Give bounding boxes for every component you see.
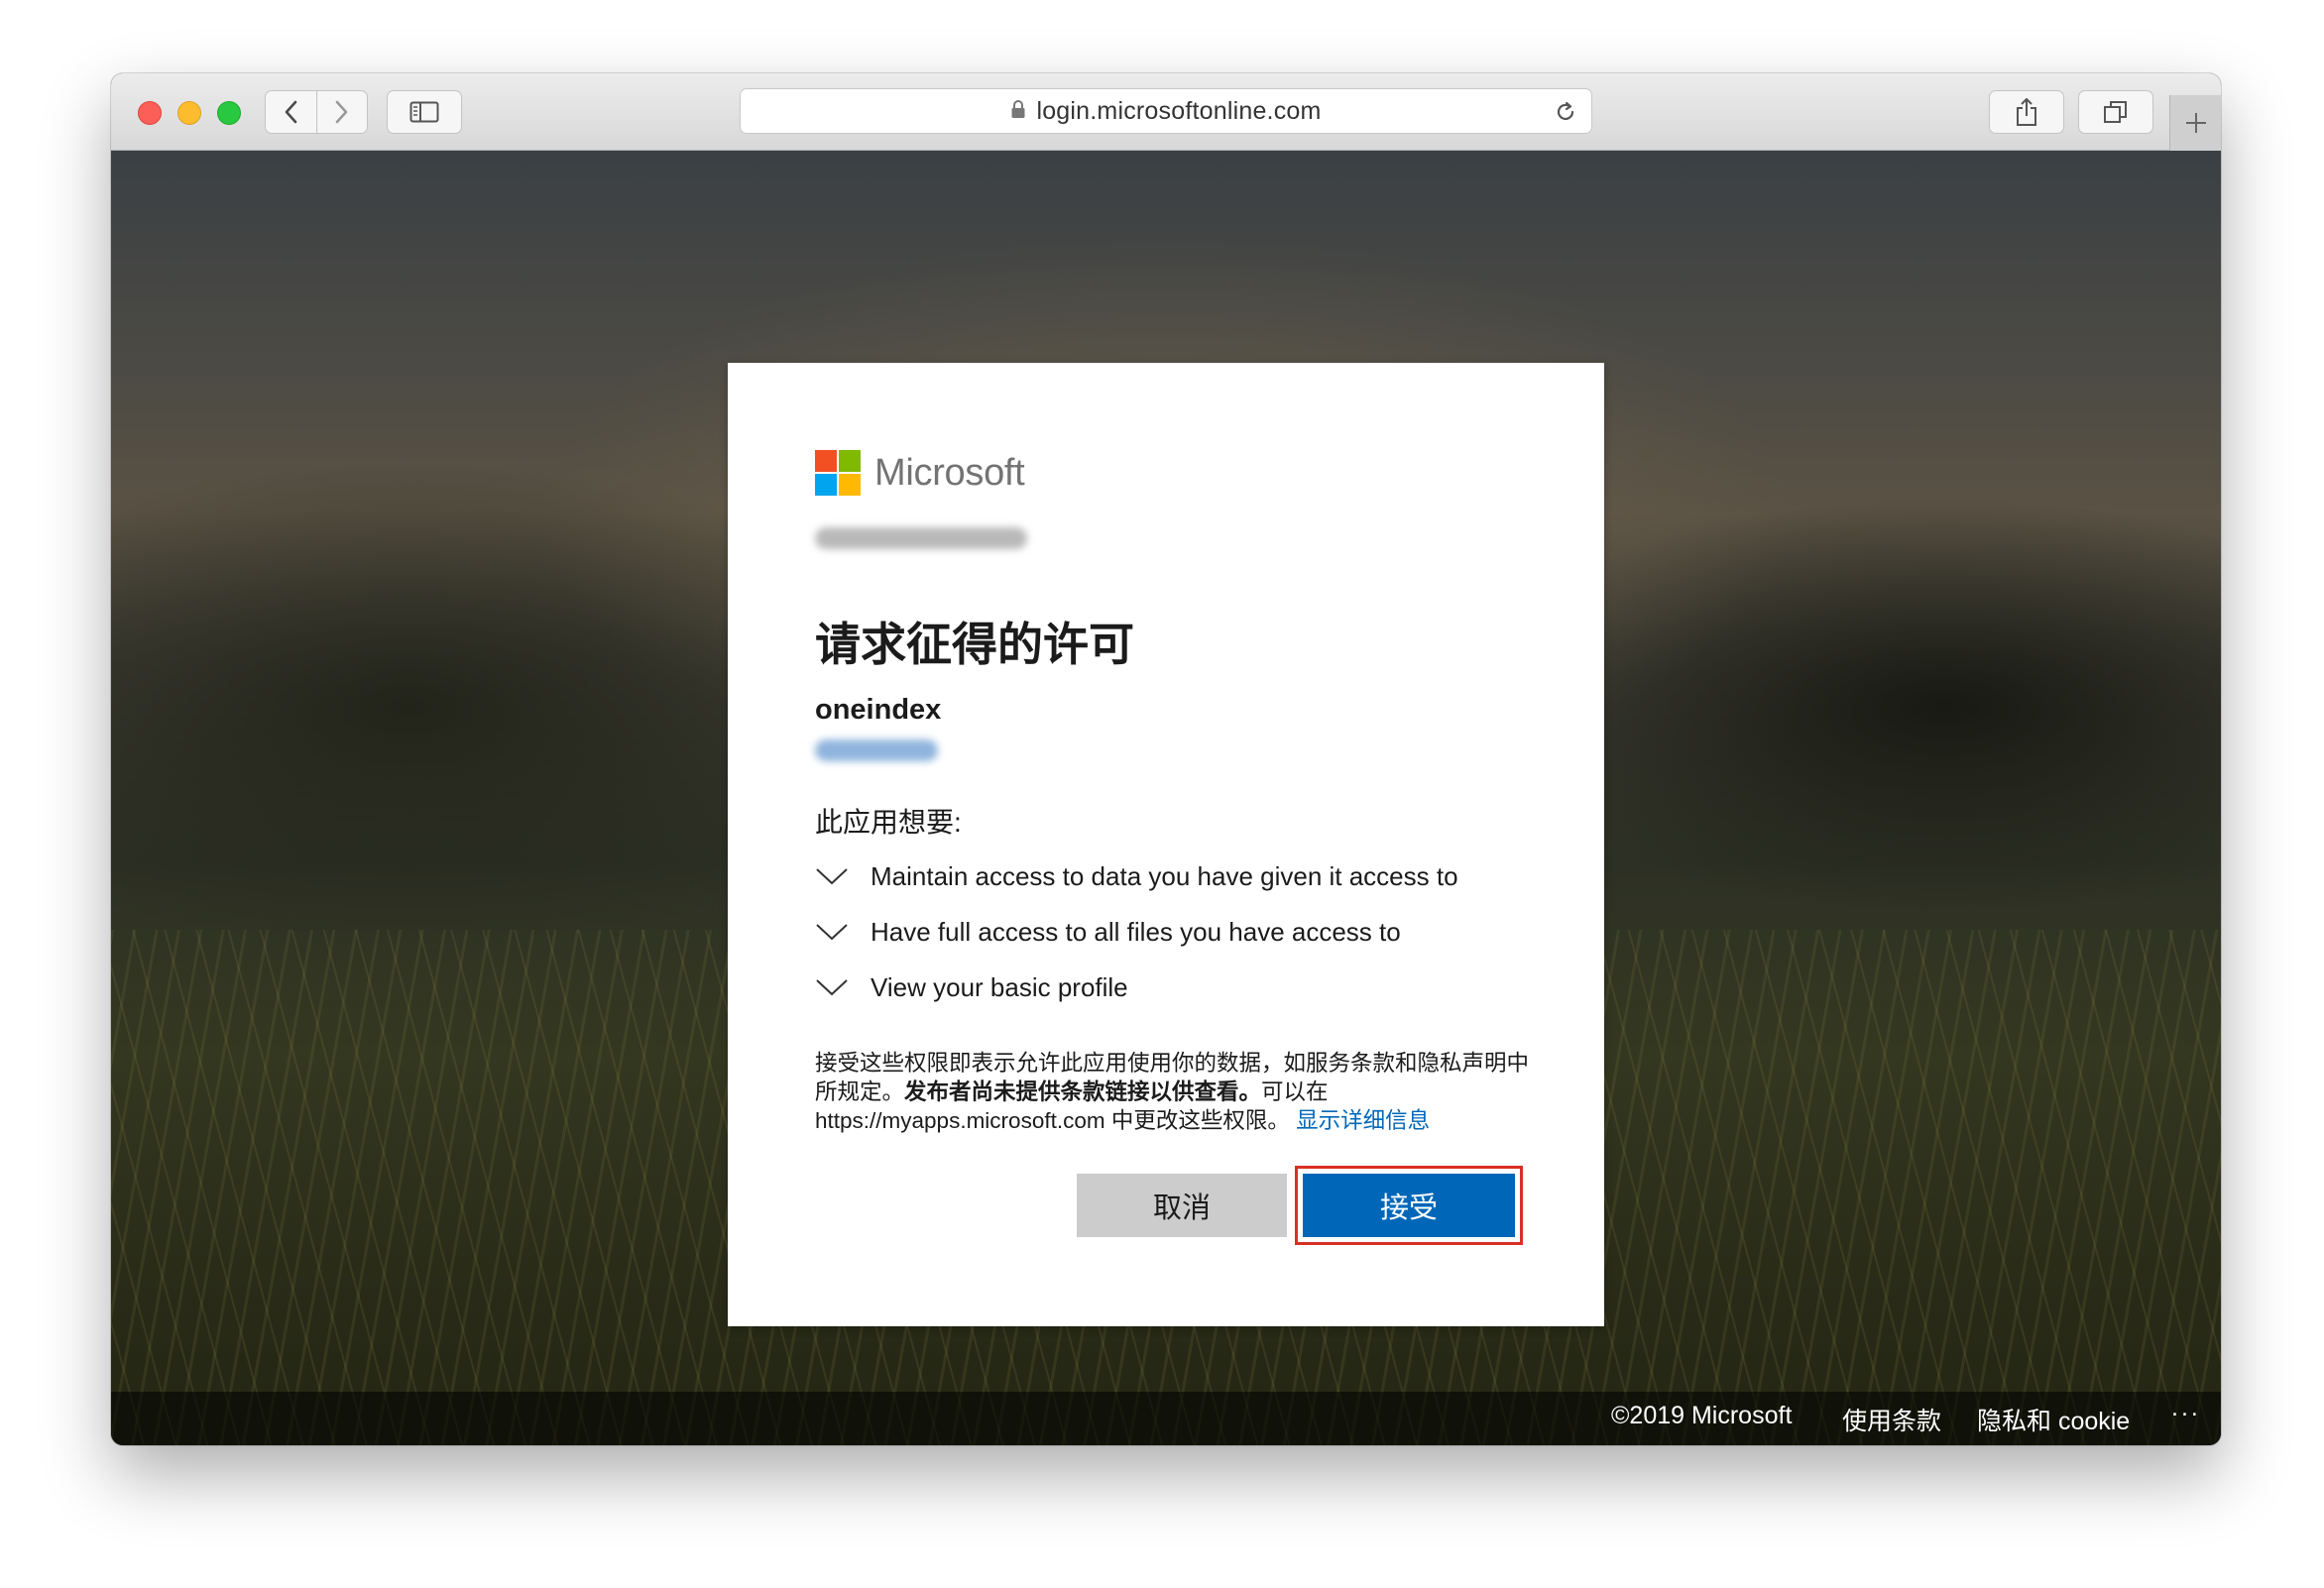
chevron-down-icon xyxy=(816,979,848,996)
browser-toolbar: login.microsoftonline.com xyxy=(111,73,2221,151)
tabs-icon xyxy=(2104,101,2127,123)
accept-button[interactable]: 接受 xyxy=(1303,1174,1515,1237)
sidebar-icon xyxy=(409,101,439,123)
cancel-button[interactable]: 取消 xyxy=(1077,1174,1287,1237)
copyright-text: ©2019 Microsoft xyxy=(1611,1402,1793,1429)
reload-icon xyxy=(1557,101,1574,121)
page-content: Microsoft 请求征得的许可 oneindex 此应用想要: Mainta… xyxy=(111,151,2221,1445)
brand-name: Microsoft xyxy=(874,451,1025,494)
permission-item[interactable]: Have full access to all files you have a… xyxy=(815,912,1401,952)
account-email-redacted xyxy=(815,527,1027,549)
permission-item[interactable]: View your basic profile xyxy=(815,967,1128,1007)
permission-label: Have full access to all files you have a… xyxy=(871,916,1401,947)
share-button[interactable] xyxy=(1989,90,2064,134)
reload-button[interactable] xyxy=(1554,100,1577,129)
chevron-right-icon xyxy=(335,100,348,124)
fullscreen-window-button[interactable] xyxy=(217,101,241,125)
close-window-button[interactable] xyxy=(138,101,162,125)
publisher-link-redacted[interactable] xyxy=(815,739,938,761)
back-button[interactable] xyxy=(266,91,316,133)
minimize-window-button[interactable] xyxy=(177,101,201,125)
share-icon xyxy=(2017,98,2036,126)
permission-item[interactable]: Maintain access to data you have given i… xyxy=(815,856,1458,896)
url-display: login.microsoftonline.com xyxy=(741,89,1591,133)
show-details-link[interactable]: 显示详细信息 xyxy=(1296,1108,1430,1133)
terms-link[interactable]: 使用条款 xyxy=(1842,1402,1941,1437)
chevron-left-icon xyxy=(285,100,297,124)
more-options-button[interactable]: ... xyxy=(2171,1394,2201,1422)
forward-button[interactable] xyxy=(316,91,367,133)
permissions-heading: 此应用想要: xyxy=(815,807,962,838)
page-title: 请求征得的许可 xyxy=(815,619,1134,670)
privacy-link[interactable]: 隐私和 cookie xyxy=(1977,1402,2130,1437)
plus-icon xyxy=(2185,113,2206,133)
url-text: login.microsoftonline.com xyxy=(1036,96,1322,125)
address-bar[interactable]: login.microsoftonline.com xyxy=(740,88,1592,134)
chevron-down-icon xyxy=(816,924,848,941)
consent-disclaimer: 接受这些权限即表示允许此应用使用你的数据，如服务条款和隐私声明中所规定。发布者尚… xyxy=(815,1049,1529,1135)
permission-label: View your basic profile xyxy=(871,971,1128,1002)
sidebar-button[interactable] xyxy=(387,90,462,134)
disclaimer-bold-text: 发布者尚未提供条款链接以供查看。 xyxy=(904,1079,1262,1104)
lock-icon xyxy=(1010,97,1026,126)
microsoft-logo: Microsoft xyxy=(815,450,1025,496)
tabs-overview-button[interactable] xyxy=(2078,90,2153,134)
permission-label: Maintain access to data you have given i… xyxy=(871,860,1458,891)
navigation-buttons xyxy=(265,90,368,134)
consent-dialog: Microsoft 请求征得的许可 oneindex 此应用想要: Mainta… xyxy=(728,363,1604,1326)
chevron-down-icon xyxy=(816,868,848,885)
browser-window: login.microsoftonline.com Microsoft 请求征得… xyxy=(111,73,2221,1445)
microsoft-logo-icon xyxy=(815,450,861,496)
app-name: oneindex xyxy=(815,694,942,726)
page-footer: ©2019 Microsoft 使用条款 隐私和 cookie ... xyxy=(111,1392,2221,1445)
new-tab-button[interactable] xyxy=(2169,95,2221,151)
